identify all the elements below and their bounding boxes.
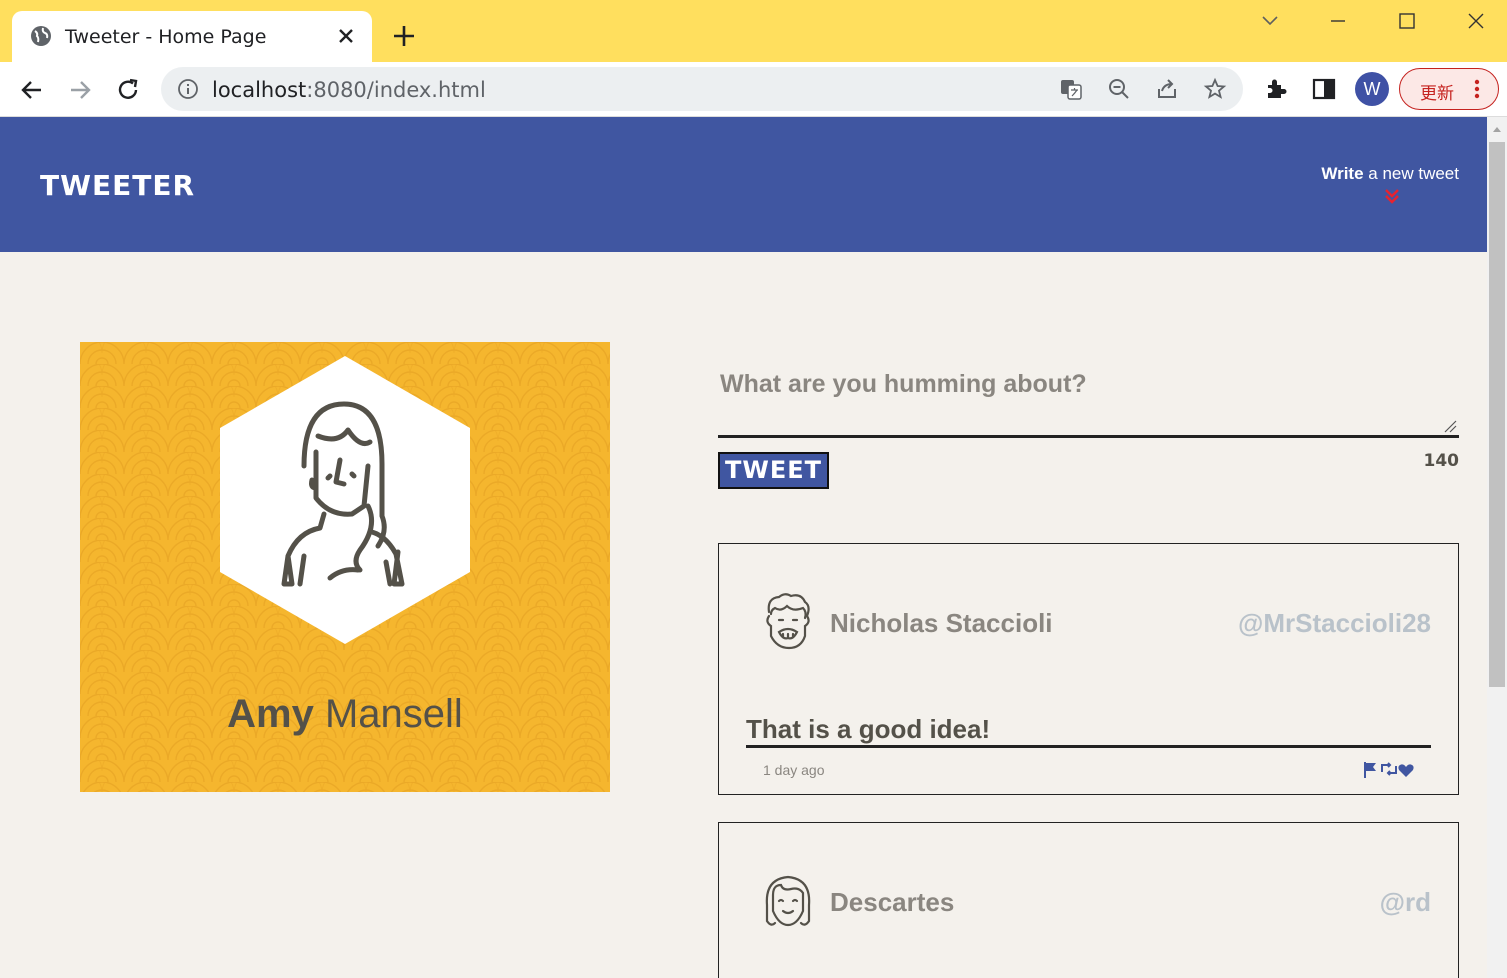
tab-title: Tweeter - Home Page <box>65 26 267 48</box>
share-icon[interactable] <box>1155 77 1179 101</box>
translate-icon[interactable] <box>1059 77 1083 101</box>
tweet-text: That is a good idea! <box>746 714 1431 748</box>
tweet-input[interactable] <box>718 362 1459 435</box>
extensions-icon[interactable] <box>1263 76 1289 102</box>
tweet-article: Descartes @rd <box>718 822 1459 978</box>
scroll-up-icon[interactable] <box>1492 125 1502 133</box>
user-avatar-icon <box>766 593 810 650</box>
scrollbar-thumb[interactable] <box>1489 142 1505 687</box>
profile-avatar[interactable]: W <box>1355 72 1389 106</box>
minimize-icon[interactable] <box>1318 8 1358 34</box>
globe-icon <box>31 26 51 46</box>
forward-icon[interactable] <box>65 75 95 105</box>
update-label: 更新 <box>1420 84 1454 104</box>
site-logo[interactable]: TWEETER <box>40 169 195 202</box>
tweet-user-handle: @rd <box>1379 887 1431 917</box>
double-chevron-down-icon[interactable] <box>1383 187 1401 205</box>
tweet-article: Nicholas Staccioli @MrStaccioli28 That i… <box>718 543 1459 795</box>
flag-icon <box>1364 762 1376 778</box>
bookmark-star-icon[interactable] <box>1203 77 1227 101</box>
info-icon[interactable] <box>177 78 199 100</box>
profile-name: Amy Mansell <box>80 692 610 737</box>
browser-toolbar: localhost:8080/index.html W 更新 <box>0 62 1507 117</box>
chevron-down-icon[interactable] <box>1250 8 1290 34</box>
address-bar[interactable]: localhost:8080/index.html <box>161 67 1243 111</box>
browser-tab[interactable]: Tweeter - Home Page <box>12 11 372 62</box>
window-close-icon[interactable] <box>1456 8 1496 34</box>
page-viewport: TWEETER Write a new tweet Amy Mansell Wh… <box>0 117 1487 978</box>
new-tab-icon[interactable] <box>390 22 418 50</box>
heart-icon <box>1398 764 1414 777</box>
reload-icon[interactable] <box>113 75 143 105</box>
tweet-user-name: Nicholas Staccioli <box>830 608 1053 638</box>
side-panel-icon[interactable] <box>1311 76 1337 102</box>
back-icon[interactable] <box>17 75 47 105</box>
more-vert-icon <box>1474 79 1480 99</box>
zoom-out-icon[interactable] <box>1107 77 1131 101</box>
user-avatar-icon <box>765 875 811 927</box>
close-icon[interactable] <box>334 24 358 48</box>
resize-handle-icon[interactable] <box>1443 419 1457 433</box>
browser-tab-bar: Tweeter - Home Page <box>0 0 1507 62</box>
char-counter: 140 <box>1423 451 1460 471</box>
maximize-icon[interactable] <box>1387 8 1427 34</box>
update-button[interactable]: 更新 <box>1399 68 1499 110</box>
site-nav: TWEETER Write a new tweet <box>0 117 1487 252</box>
tweet-user-handle: @MrStaccioli28 <box>1238 608 1431 638</box>
tweet-button[interactable]: TWEET <box>718 452 829 489</box>
url-text[interactable]: localhost:8080/index.html <box>212 78 486 102</box>
tweet-timestamp: 1 day ago <box>763 762 825 778</box>
retweet-icon <box>1381 762 1397 776</box>
write-new-tweet-link[interactable]: Write a new tweet <box>1321 164 1459 184</box>
compose-form <box>718 362 1459 438</box>
profile-card: Amy Mansell <box>80 342 610 792</box>
tweet-user-name: Descartes <box>830 887 955 917</box>
page-scrollbar[interactable] <box>1487 117 1507 978</box>
profile-first-name: Amy <box>227 692 314 736</box>
profile-last-name: Mansell <box>324 692 463 736</box>
profile-avatar-image <box>220 356 470 644</box>
tweet-actions <box>1364 762 1414 778</box>
